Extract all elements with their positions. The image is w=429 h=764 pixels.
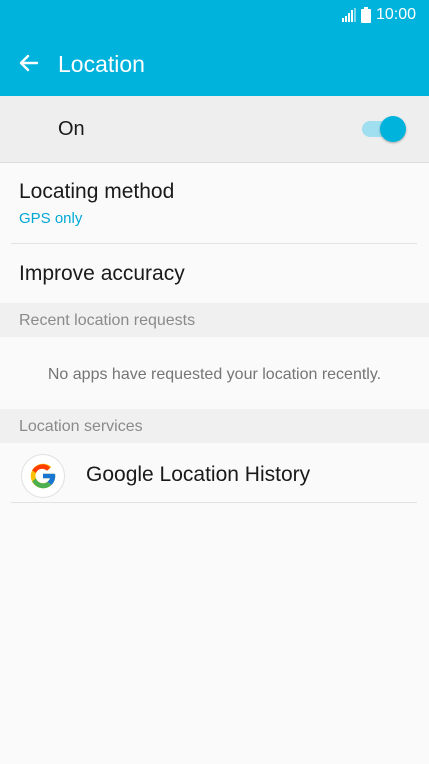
battery-icon <box>360 7 371 23</box>
location-services-header: Location services <box>0 409 429 443</box>
back-button[interactable] <box>14 49 42 77</box>
section-label: Location services <box>19 418 143 435</box>
locating-method-value: GPS only <box>19 210 83 227</box>
google-location-history-label: Google Location History <box>86 463 311 486</box>
recent-requests-header: Recent location requests <box>0 303 429 337</box>
toggle-thumb <box>380 116 406 142</box>
page-title: Location <box>58 51 145 77</box>
location-toggle[interactable] <box>361 114 409 144</box>
status-bar: 10:00 <box>0 0 429 30</box>
status-icons: 10:00 <box>341 5 416 25</box>
locating-method-title: Locating method <box>19 180 175 203</box>
signal-icon <box>341 8 356 22</box>
improve-accuracy-item[interactable]: Improve accuracy <box>0 244 429 303</box>
google-location-history-item[interactable]: Google Location History <box>0 443 429 502</box>
app-bar: Location <box>0 30 429 96</box>
locating-method-item[interactable]: Locating method GPS only <box>0 163 429 243</box>
no-requests-message: No apps have requested your location rec… <box>47 366 382 383</box>
master-switch-label: On <box>58 118 85 140</box>
master-switch-row[interactable]: On <box>0 96 429 163</box>
section-label: Recent location requests <box>19 312 196 329</box>
arrow-back-icon <box>17 52 39 74</box>
improve-accuracy-title: Improve accuracy <box>19 262 185 285</box>
divider <box>11 502 417 503</box>
status-time: 10:00 <box>375 6 416 23</box>
google-g-icon <box>21 454 65 498</box>
